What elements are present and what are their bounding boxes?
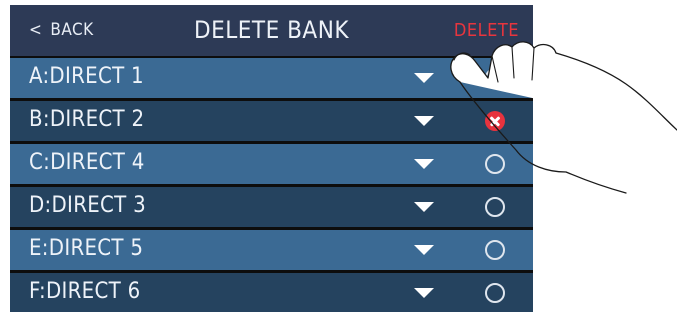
bank-row-e[interactable]: E:DIRECT 5	[10, 230, 533, 270]
empty-circle-icon[interactable]	[485, 197, 505, 217]
dropdown-arrow-icon[interactable]	[414, 202, 434, 212]
bank-label: E:DIRECT 5	[29, 236, 144, 261]
dropdown-arrow-icon[interactable]	[414, 159, 434, 169]
empty-circle-icon[interactable]	[485, 283, 505, 303]
bank-label: F:DIRECT 6	[29, 279, 141, 304]
bank-label: A:DIRECT 1	[29, 64, 144, 89]
bank-label: C:DIRECT 4	[29, 150, 145, 175]
tapping-hand-icon	[450, 41, 677, 194]
dropdown-arrow-icon[interactable]	[414, 288, 434, 298]
bank-row-f[interactable]: F:DIRECT 6	[10, 273, 533, 312]
bank-label: B:DIRECT 2	[29, 107, 145, 132]
dropdown-arrow-icon[interactable]	[414, 245, 434, 255]
empty-circle-icon[interactable]	[485, 240, 505, 260]
dropdown-arrow-icon[interactable]	[414, 73, 434, 83]
dropdown-arrow-icon[interactable]	[414, 116, 434, 126]
bank-label: D:DIRECT 3	[29, 193, 147, 218]
